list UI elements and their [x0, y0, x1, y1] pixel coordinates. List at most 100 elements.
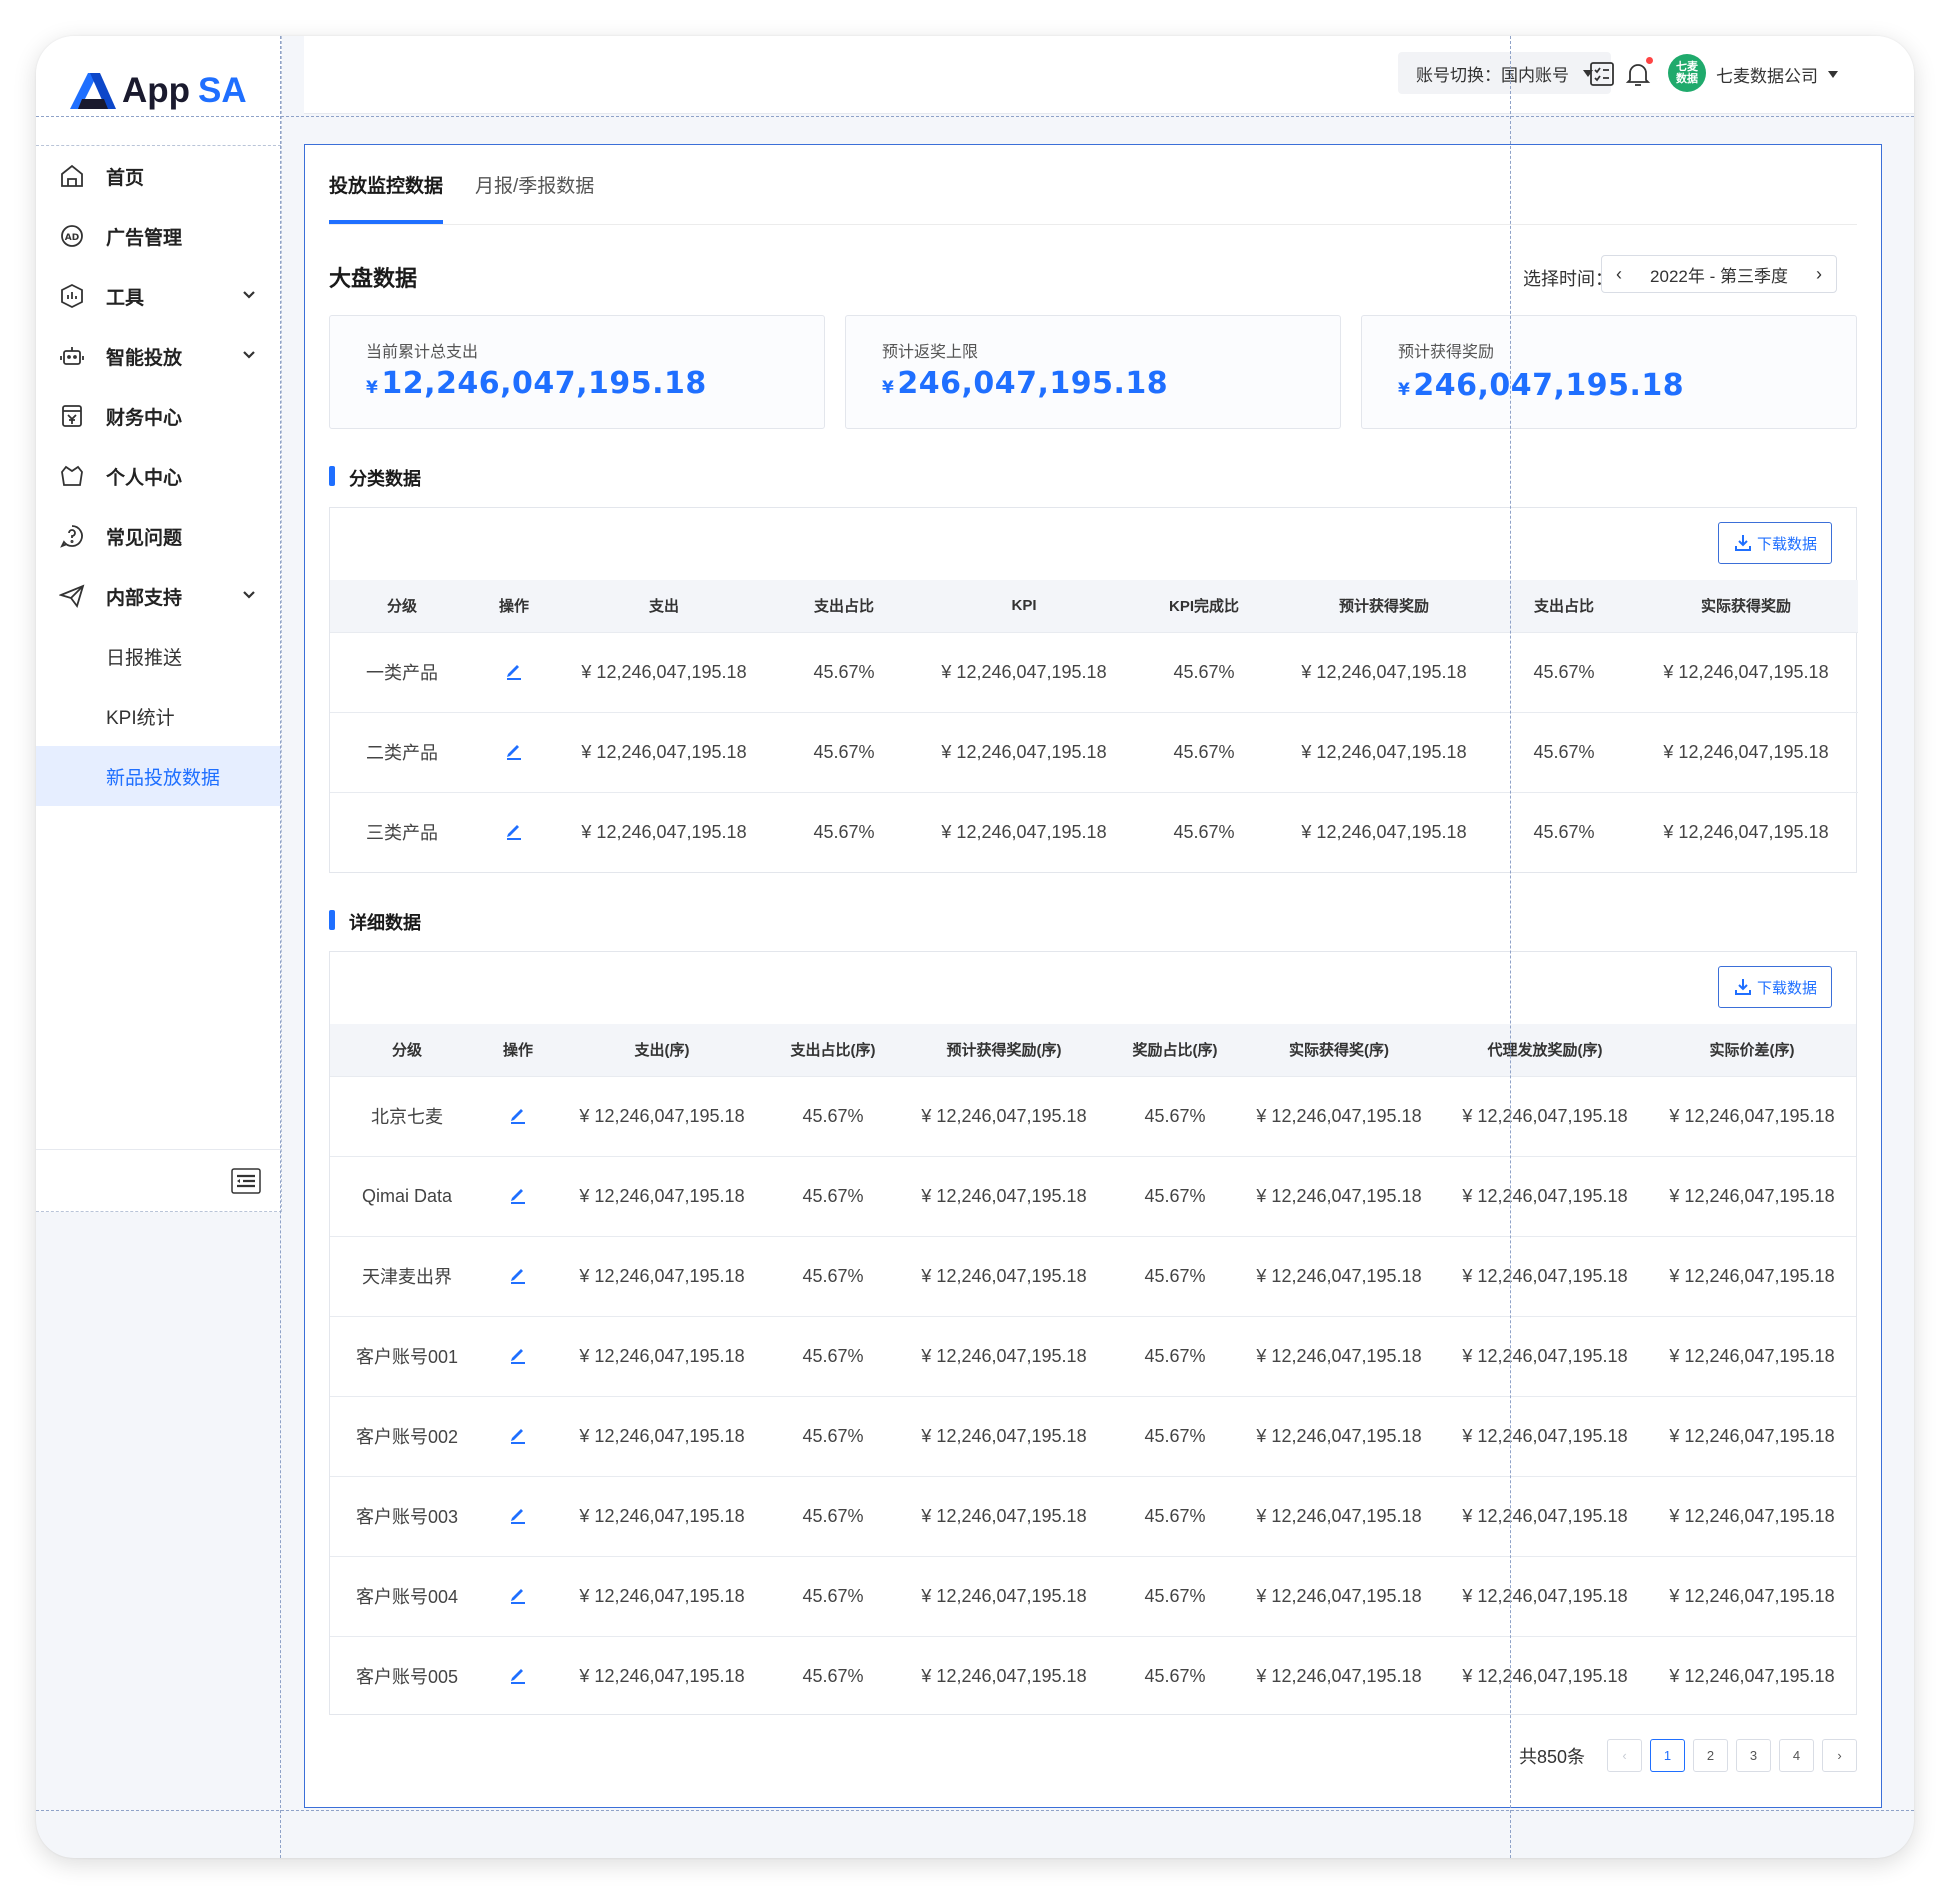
- sidebar-item-label: 内部支持: [106, 587, 183, 609]
- pagination-page-3[interactable]: 3: [1736, 1739, 1771, 1772]
- edit-icon[interactable]: [484, 1236, 552, 1316]
- logo[interactable]: App SA: [36, 36, 281, 146]
- logo-app-text: App: [122, 70, 191, 110]
- download-button[interactable]: 下载数据: [1718, 522, 1832, 564]
- edit-icon[interactable]: [484, 1476, 552, 1556]
- table-cell: ¥ 12,246,047,195.18: [1669, 1425, 1835, 1446]
- row-name-cell: 二类产品: [366, 743, 438, 763]
- table-cell: 45.67%: [802, 1425, 864, 1446]
- svg-text:AD: AD: [65, 233, 79, 243]
- column-header: 支出占比: [1533, 598, 1594, 616]
- table-cell: ¥ 12,246,047,195.18: [1462, 1665, 1628, 1686]
- pagination-page-4[interactable]: 4: [1779, 1739, 1814, 1772]
- table-cell: 45.67%: [802, 1505, 864, 1526]
- pagination-prev-button[interactable]: ‹: [1607, 1739, 1642, 1772]
- edit-icon[interactable]: [474, 712, 554, 792]
- table-cell: ¥ 12,246,047,195.18: [1256, 1665, 1422, 1686]
- column-header: 分级: [391, 1042, 422, 1060]
- edit-icon[interactable]: [484, 1076, 552, 1156]
- pagination-page-1[interactable]: 1: [1650, 1739, 1685, 1772]
- edit-icon[interactable]: [484, 1556, 552, 1636]
- time-select-label: 选择时间：: [1523, 269, 1613, 289]
- sidebar-item-tools[interactable]: 工具: [36, 266, 281, 326]
- row-name-cell: 天津麦出界: [362, 1267, 452, 1287]
- pagination-page-2[interactable]: 2: [1693, 1739, 1728, 1772]
- checklist-icon[interactable]: [1588, 60, 1618, 90]
- table-cell: ¥ 12,246,047,195.18: [921, 1265, 1087, 1286]
- finance-icon: [58, 402, 86, 430]
- table-row: 一类产品 ¥ 12,246,047,195.18 45.67% ¥ 12,246,04…: [330, 632, 1858, 712]
- guide-line: [36, 116, 1914, 117]
- tab-monthly-quarterly[interactable]: 月报/季报数据: [475, 171, 594, 220]
- table-cell: ¥ 12,246,047,195.18: [579, 1105, 745, 1126]
- edit-icon[interactable]: [484, 1156, 552, 1236]
- column-header: 奖励占比(序): [1132, 1042, 1218, 1060]
- chevron-down-icon[interactable]: [241, 347, 257, 363]
- row-name-cell: Qimai Data: [361, 1185, 453, 1206]
- sidebar-item-internal-support[interactable]: 内部支持: [36, 566, 281, 626]
- menu-collapse-icon: [231, 1167, 261, 1194]
- row-name-cell: 客户账号005: [355, 1667, 459, 1688]
- sidebar-subitem-new-product-data[interactable]: 新品投放数据: [36, 746, 281, 806]
- chevron-down-icon[interactable]: [241, 287, 257, 303]
- quarter-value: 2022年 - 第三季度: [1650, 266, 1788, 286]
- sidebar-subitem-daily-push[interactable]: 日报推送: [36, 626, 281, 686]
- tab-monitoring-data[interactable]: 投放监控数据: [329, 171, 444, 224]
- table-cell: ¥ 12,246,047,195.18: [1256, 1585, 1422, 1606]
- table-cell: 45.67%: [802, 1585, 864, 1606]
- table-cell: ¥ 12,246,047,195.18: [1669, 1665, 1835, 1686]
- table-cell: ¥ 12,246,047,195.18: [581, 821, 747, 842]
- table-cell: ¥ 12,246,047,195.18: [941, 661, 1107, 682]
- table-cell: ¥ 12,246,047,195.18: [581, 661, 747, 682]
- table-cell: 45.67%: [802, 1345, 864, 1366]
- sidebar-collapse-button[interactable]: [36, 1149, 281, 1211]
- download-button[interactable]: 下载数据: [1718, 966, 1832, 1008]
- table-cell: 45.67%: [1533, 741, 1595, 762]
- pagination-next-button[interactable]: ›: [1822, 1739, 1857, 1772]
- sidebar-item-smart-delivery[interactable]: 智能投放: [36, 326, 281, 386]
- chevron-right-icon[interactable]: ›: [1816, 264, 1822, 285]
- sidebar-item-faq[interactable]: 常见问题: [36, 506, 281, 566]
- company-dropdown[interactable]: 七麦数据公司: [1716, 62, 1838, 87]
- sidebar-subitem-kpi-stats[interactable]: KPI统计: [36, 686, 281, 746]
- row-name-cell: 客户账号001: [355, 1347, 459, 1367]
- column-header: 操作: [502, 1042, 533, 1060]
- table-cell: ¥ 12,246,047,195.18: [579, 1345, 745, 1366]
- edit-icon[interactable]: [484, 1636, 552, 1716]
- sidebar-item-ad-management[interactable]: AD 广告管理: [36, 206, 281, 266]
- table-row: 客户账号005 ¥ 12,246,047,195.18 45.67% ¥ 12,246…: [330, 1636, 1856, 1716]
- sidebar-item-personal[interactable]: 个人中心: [36, 446, 281, 506]
- guide-line: [1510, 36, 1511, 1858]
- ad-icon: AD: [58, 222, 86, 250]
- column-header: 实际获得奖励: [1700, 598, 1791, 616]
- edit-icon[interactable]: [474, 632, 554, 712]
- table-row: 北京七麦 ¥ 12,246,047,195.18 45.67% ¥ 12,246,04…: [330, 1076, 1856, 1156]
- notification-bell-icon[interactable]: [1624, 56, 1654, 90]
- table-cell: ¥ 12,246,047,195.18: [941, 821, 1107, 842]
- column-header: 代理发放奖励(序): [1487, 1042, 1603, 1060]
- edit-icon[interactable]: [484, 1396, 552, 1476]
- sidebar-item-label: 首页: [106, 167, 145, 189]
- row-name-cell: 三类产品: [366, 823, 438, 844]
- download-icon: [1734, 979, 1751, 995]
- sidebar-item-home[interactable]: 首页: [36, 146, 281, 206]
- table-cell: ¥ 12,246,047,195.18: [1669, 1265, 1835, 1286]
- table-cell: ¥ 12,246,047,195.18: [921, 1185, 1087, 1206]
- table-cell: ¥ 12,246,047,195.18: [1256, 1505, 1422, 1526]
- avatar[interactable]: 七麦数据: [1668, 54, 1706, 92]
- chevron-down-icon[interactable]: [241, 587, 257, 603]
- table-cell: ¥ 12,246,047,195.18: [581, 741, 747, 762]
- chevron-left-icon[interactable]: ‹: [1616, 264, 1622, 285]
- main-content: 投放监控数据 月报/季报数据 大盘数据 选择时间： ‹ 2022年 - 第三季度…: [304, 144, 1882, 1808]
- sidebar-item-finance[interactable]: 财务中心: [36, 386, 281, 446]
- table-cell: ¥ 12,246,047,195.18: [1256, 1425, 1422, 1446]
- table-cell: 45.67%: [1144, 1185, 1206, 1206]
- edit-icon[interactable]: [484, 1316, 552, 1396]
- stat-label: 预计返奖上限: [882, 344, 979, 361]
- logo-mark-icon: [70, 72, 116, 109]
- column-header: 预计获得奖励(序): [946, 1042, 1062, 1060]
- column-header: 支出: [648, 598, 679, 616]
- table-cell: ¥ 12,246,047,195.18: [1462, 1425, 1628, 1446]
- edit-icon[interactable]: [474, 792, 554, 872]
- account-switch-dropdown[interactable]: 账号切换：国内账号: [1398, 52, 1611, 94]
